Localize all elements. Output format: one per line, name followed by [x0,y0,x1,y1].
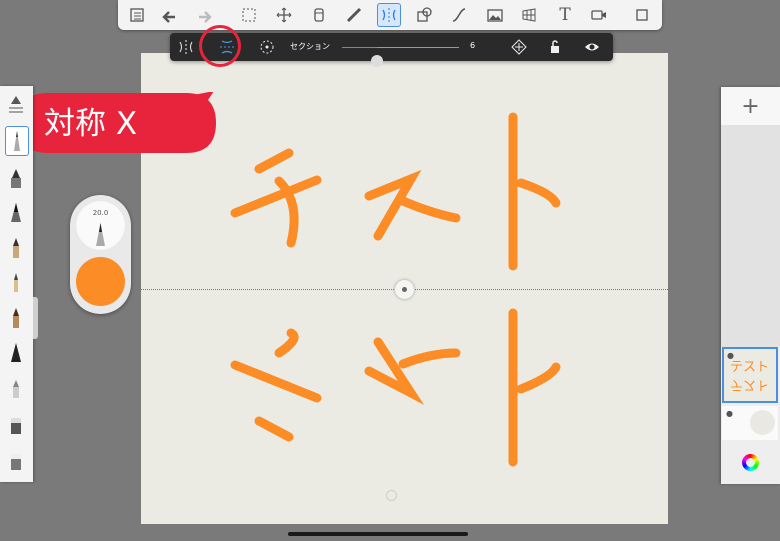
transform-icon[interactable] [273,4,295,26]
ruler-icon[interactable] [308,4,330,26]
video-icon[interactable] [588,4,610,26]
pencil-brush-icon[interactable] [5,126,29,156]
layer-list-empty-area [721,125,780,347]
brush-puck[interactable]: 20.0 [70,195,131,314]
curve-icon[interactable] [448,4,470,26]
airbrush-icon[interactable] [5,304,27,332]
symmetry-y-icon[interactable] [175,37,197,57]
canvas-rotation-handle[interactable] [386,490,397,501]
brush-palette-handle[interactable] [33,297,38,339]
redo-icon[interactable] [194,4,216,26]
brush-size-value: 20.0 [92,209,109,217]
background-color-swatch [750,410,775,435]
layers-panel: + ● テスト テスト ● [721,87,780,484]
section-slider[interactable] [342,47,459,67]
background-layer[interactable]: ● [722,406,778,440]
brush-color-swatch[interactable] [76,257,125,306]
radial-symmetry-icon[interactable] [256,37,278,57]
marker-brush-icon[interactable] [5,164,27,192]
lock-icon[interactable] [544,37,566,57]
eraser-icon[interactable] [5,410,27,438]
image-import-icon[interactable] [484,4,506,26]
layer-thumbnail-preview: テスト テスト [730,360,769,392]
section-value: 6 [470,41,476,50]
drawing-canvas[interactable] [141,53,668,524]
add-layer-button[interactable]: + [721,87,780,125]
soft-eraser-icon[interactable] [5,446,27,474]
symmetry-center-handle[interactable] [395,280,414,299]
pen-brush-icon[interactable] [5,198,27,226]
layer-thumbnail[interactable]: ● テスト テスト [722,347,778,403]
pencil-icon [96,223,105,246]
paintbrush-icon[interactable] [5,234,27,262]
brush-palette [0,86,33,482]
color-wheel-icon[interactable] [742,454,759,471]
perspective-icon[interactable] [518,4,540,26]
highlight-circle [199,25,241,67]
list-icon[interactable] [126,4,148,26]
undo-icon[interactable] [158,4,180,26]
background-visibility-eye-icon[interactable]: ● [726,409,733,418]
section-label: セクション [290,42,330,51]
shapes-icon[interactable] [413,4,435,26]
symmetry-icon[interactable] [377,3,401,27]
section-slider-thumb[interactable] [371,55,384,67]
section-slider-fill [342,47,378,48]
fountain-pen-icon[interactable] [5,338,27,366]
symmetry-center-icon[interactable] [508,37,530,57]
svg-text:テスト: テスト [730,377,769,392]
fullscreen-icon[interactable] [631,4,653,26]
callout-text: 対称 X [44,106,138,142]
smudge-brush-icon[interactable] [5,374,27,402]
brush-settings-icon[interactable] [5,92,27,120]
selection-icon[interactable] [238,4,260,26]
svg-text:テスト: テスト [730,360,769,375]
guides-icon[interactable] [343,4,365,26]
text-icon[interactable]: T [554,4,576,26]
top-toolbar: T [118,0,662,30]
visibility-eye-icon[interactable] [581,37,603,57]
ink-brush-icon[interactable] [5,268,27,296]
home-indicator [288,532,468,536]
brush-size-control[interactable]: 20.0 [75,200,126,251]
